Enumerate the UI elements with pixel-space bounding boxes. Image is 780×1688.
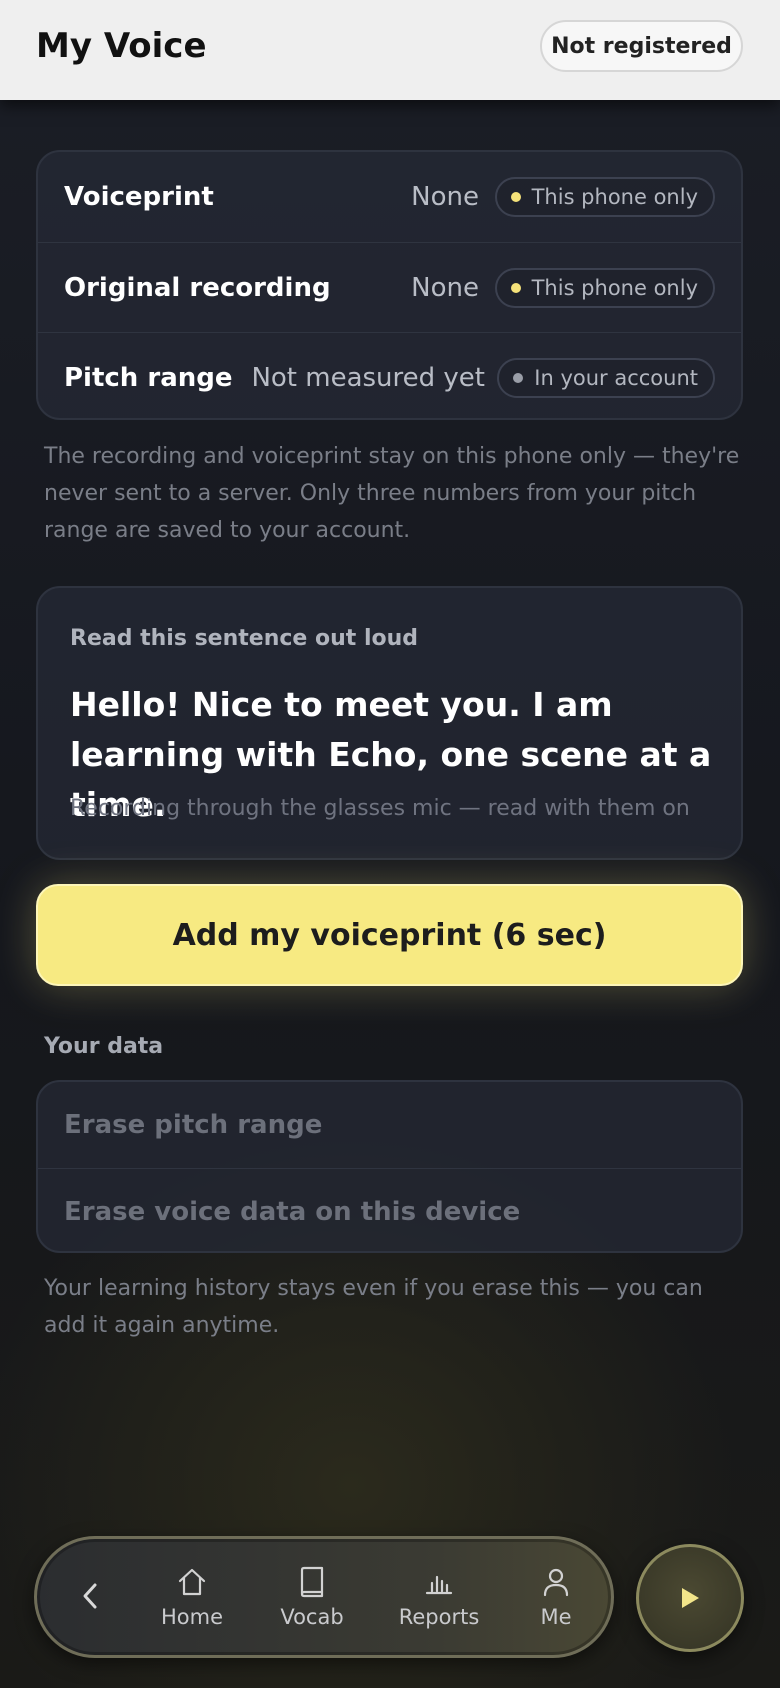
nav-item-label: Reports xyxy=(398,1605,480,1629)
status-dot-icon xyxy=(513,372,524,383)
nav-item-label: Home xyxy=(160,1605,223,1629)
voice-info-card: Voiceprint None This phone only Original… xyxy=(36,150,743,420)
your-data-heading: Your data xyxy=(44,1034,164,1059)
erase-note: Your learning history stays even if you … xyxy=(44,1276,703,1338)
storage-location-label: This phone only xyxy=(531,185,698,209)
storage-location-tag: In your account xyxy=(497,357,715,398)
nav-item-label: Me xyxy=(540,1605,572,1629)
info-row-value: None xyxy=(411,272,479,303)
info-row-label: Original recording xyxy=(64,272,331,303)
storage-location-label: This phone only xyxy=(531,275,698,300)
add-voiceprint-button[interactable]: Add my voiceprint (6 sec) xyxy=(36,884,743,986)
back-button[interactable] xyxy=(65,1571,115,1621)
storage-location-label: In your account xyxy=(534,365,698,390)
registration-status-badge: Not registered xyxy=(540,20,743,72)
nav-item-vocab[interactable]: Vocab xyxy=(262,1565,362,1639)
play-button[interactable] xyxy=(636,1544,744,1652)
play-icon xyxy=(682,1588,699,1608)
privacy-note: The recording and voiceprint stay on thi… xyxy=(44,444,740,543)
home-icon xyxy=(175,1565,209,1599)
info-row-value: None xyxy=(411,182,479,212)
nav-item-me[interactable]: Me xyxy=(506,1565,606,1639)
your-data-card: Erase pitch range Erase voice data on th… xyxy=(36,1080,743,1253)
bottom-navigation: Home Vocab Reports Me xyxy=(34,1536,614,1658)
nav-item-reports[interactable]: Reports xyxy=(389,1565,489,1639)
erase-voice-data-button[interactable]: Erase voice data on this device xyxy=(38,1168,741,1254)
nav-item-label: Vocab xyxy=(280,1605,344,1629)
info-row-value: Not measured yet xyxy=(251,362,485,393)
status-dot-icon xyxy=(510,282,521,293)
info-row-label: Pitch range xyxy=(64,362,233,393)
sentence-instruction: Read this sentence out loud xyxy=(70,626,419,651)
book-icon xyxy=(295,1565,329,1599)
info-row-pitch-range: Pitch range Not measured yet In your acc… xyxy=(38,332,741,422)
app-header: My Voice Not registered xyxy=(0,0,780,100)
status-dot-icon xyxy=(510,192,521,202)
read-sentence-card: Read this sentence out loud Hello! Nice … xyxy=(36,586,743,860)
erase-pitch-range-button[interactable]: Erase pitch range xyxy=(38,1082,741,1168)
chevron-left-icon xyxy=(83,1583,97,1609)
storage-location-tag: This phone only xyxy=(494,267,715,308)
storage-location-tag: This phone only xyxy=(494,177,715,217)
info-row-label: Voiceprint xyxy=(64,182,214,212)
bar-chart-icon xyxy=(422,1565,456,1599)
nav-item-home[interactable]: Home xyxy=(142,1565,242,1639)
person-icon xyxy=(539,1565,573,1599)
recording-hint: Recording through the glasses mic — read… xyxy=(70,796,690,821)
info-row-original-recording: Original recording None This phone only xyxy=(38,242,741,332)
page-title: My Voice xyxy=(36,26,207,66)
info-row-voiceprint: Voiceprint None This phone only xyxy=(38,152,741,242)
